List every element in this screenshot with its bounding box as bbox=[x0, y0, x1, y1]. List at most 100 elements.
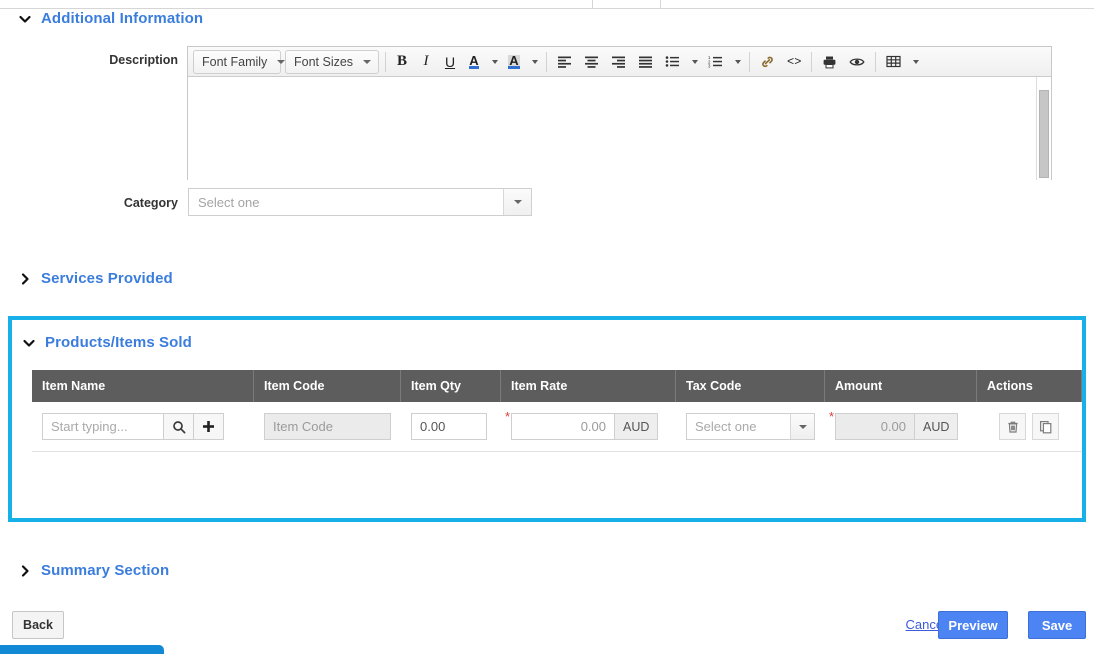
toolbar-divider bbox=[875, 51, 877, 72]
eye-icon[interactable] bbox=[844, 50, 870, 74]
background-color-icon: A bbox=[508, 52, 520, 69]
chevron-down-icon bbox=[492, 59, 498, 64]
cell-item-rate: * 0.00 AUD bbox=[501, 402, 676, 451]
back-button[interactable]: Back bbox=[12, 611, 64, 639]
table-dropdown[interactable] bbox=[908, 50, 922, 74]
section-title: Summary Section bbox=[41, 562, 170, 579]
chevron-down-icon[interactable] bbox=[790, 414, 814, 439]
category-select[interactable]: Select one bbox=[188, 188, 532, 216]
item-name-input[interactable]: Start typing... bbox=[42, 413, 164, 440]
column-header-tax-code: Tax Code bbox=[676, 370, 825, 402]
description-label: Description bbox=[109, 53, 178, 67]
underline-button[interactable]: U bbox=[439, 50, 461, 74]
notification-toast bbox=[0, 645, 164, 654]
svg-text:3: 3 bbox=[708, 64, 711, 69]
numbered-list-icon[interactable]: 123 bbox=[703, 50, 728, 74]
cell-item-code: Item Code bbox=[254, 402, 401, 451]
tax-code-selected-value: Select one bbox=[695, 419, 757, 434]
chevron-down-icon[interactable] bbox=[18, 12, 32, 26]
chevron-down-icon bbox=[735, 59, 741, 64]
scrollbar-thumb[interactable] bbox=[1039, 90, 1049, 178]
cell-tax-code: Select one bbox=[676, 402, 825, 451]
toolbar-divider bbox=[749, 51, 750, 72]
background-color-button[interactable]: A bbox=[503, 50, 525, 74]
category-label: Category bbox=[123, 196, 178, 210]
products-items-sold-panel: Products/Items Sold Item Name Item Code … bbox=[8, 316, 1086, 522]
column-header-actions: Actions bbox=[977, 370, 1082, 402]
required-asterisk: * bbox=[829, 409, 835, 424]
chevron-down-icon[interactable] bbox=[22, 336, 36, 350]
plus-icon[interactable] bbox=[194, 413, 224, 440]
trash-icon[interactable] bbox=[999, 413, 1026, 440]
font-family-select[interactable]: Font Family bbox=[193, 49, 286, 74]
preview-button[interactable]: Preview bbox=[938, 611, 1008, 639]
text-color-button[interactable]: A bbox=[463, 50, 485, 74]
align-center-icon[interactable] bbox=[579, 50, 604, 74]
section-header-summary-section[interactable]: Summary Section bbox=[18, 562, 169, 579]
code-icon[interactable]: <> bbox=[782, 50, 806, 74]
required-asterisk: * bbox=[505, 409, 511, 424]
italic-button[interactable]: I bbox=[415, 50, 437, 74]
section-title: Products/Items Sold bbox=[45, 334, 192, 351]
section-header-additional-information[interactable]: Additional Information bbox=[18, 10, 203, 27]
toolbar-divider bbox=[385, 51, 386, 72]
description-editor-body[interactable] bbox=[188, 77, 1051, 180]
item-qty-input[interactable]: 0.00 bbox=[411, 413, 487, 440]
divider bbox=[0, 8, 1094, 9]
editor-vertical-scrollbar[interactable] bbox=[1036, 77, 1051, 180]
description-rich-text-editor[interactable]: Font Family Font Sizes B I U A A 1 2 3 <… bbox=[187, 46, 1052, 180]
products-grid: Item Name Item Code Item Qty Item Rate T… bbox=[32, 370, 1082, 452]
column-header-item-qty: Item Qty bbox=[401, 370, 501, 402]
amount-input: 0.00 bbox=[835, 413, 915, 440]
numbered-list-dropdown[interactable] bbox=[730, 50, 744, 74]
background-color-dropdown[interactable] bbox=[527, 50, 541, 74]
top-cutoff-remnant bbox=[0, 0, 1094, 10]
table-row: Start typing... Item Code 0.00 * 0.00 AU… bbox=[32, 402, 1082, 452]
chevron-down-icon bbox=[363, 59, 372, 64]
column-header-item-name: Item Name bbox=[32, 370, 254, 402]
column-header-item-code: Item Code bbox=[254, 370, 401, 402]
item-rate-currency: AUD bbox=[615, 413, 659, 440]
column-header-item-rate: Item Rate bbox=[501, 370, 676, 402]
copy-icon[interactable] bbox=[1032, 413, 1059, 440]
category-selected-value: Select one bbox=[198, 194, 260, 210]
section-title: Services Provided bbox=[41, 270, 173, 287]
section-title: Additional Information bbox=[41, 10, 204, 27]
item-code-input[interactable]: Item Code bbox=[264, 413, 391, 440]
align-justify-icon[interactable] bbox=[633, 50, 658, 74]
bullet-list-dropdown[interactable] bbox=[687, 50, 701, 74]
tax-code-select[interactable]: Select one bbox=[686, 413, 815, 440]
section-header-services-provided[interactable]: Services Provided bbox=[18, 270, 173, 287]
divider bbox=[592, 0, 593, 8]
align-right-icon[interactable] bbox=[606, 50, 631, 74]
section-header-products-items-sold[interactable]: Products/Items Sold bbox=[22, 334, 192, 351]
chevron-down-icon bbox=[692, 59, 698, 64]
cell-item-name: Start typing... bbox=[32, 402, 254, 451]
chevron-down-icon bbox=[913, 59, 920, 64]
chevron-right-icon[interactable] bbox=[18, 564, 32, 578]
link-icon[interactable] bbox=[755, 50, 780, 74]
amount-currency: AUD bbox=[915, 413, 959, 440]
search-icon[interactable] bbox=[164, 413, 194, 440]
column-header-amount: Amount bbox=[825, 370, 977, 402]
chevron-down-icon[interactable] bbox=[503, 189, 531, 215]
bold-button[interactable]: B bbox=[391, 50, 413, 74]
save-button[interactable]: Save bbox=[1028, 611, 1086, 639]
grid-header-row: Item Name Item Code Item Qty Item Rate T… bbox=[32, 370, 1082, 402]
font-size-select[interactable]: Font Sizes bbox=[285, 49, 379, 74]
cell-actions bbox=[977, 402, 1082, 451]
divider bbox=[660, 0, 661, 8]
toolbar-divider bbox=[546, 51, 547, 72]
text-color-dropdown[interactable] bbox=[487, 50, 501, 74]
invoice-form-page: Additional Information Description Font … bbox=[0, 0, 1094, 654]
bullet-list-icon[interactable] bbox=[660, 50, 685, 74]
align-left-icon[interactable] bbox=[552, 50, 577, 74]
editor-toolbar: Font Family Font Sizes B I U A A 1 2 3 <… bbox=[188, 47, 1051, 77]
table-icon[interactable] bbox=[881, 50, 906, 74]
chevron-down-icon bbox=[532, 59, 538, 64]
item-rate-input[interactable]: 0.00 bbox=[511, 413, 615, 440]
print-icon[interactable] bbox=[817, 50, 842, 74]
chevron-right-icon[interactable] bbox=[18, 272, 32, 286]
text-color-icon: A bbox=[469, 52, 479, 69]
toolbar-divider bbox=[811, 51, 813, 72]
